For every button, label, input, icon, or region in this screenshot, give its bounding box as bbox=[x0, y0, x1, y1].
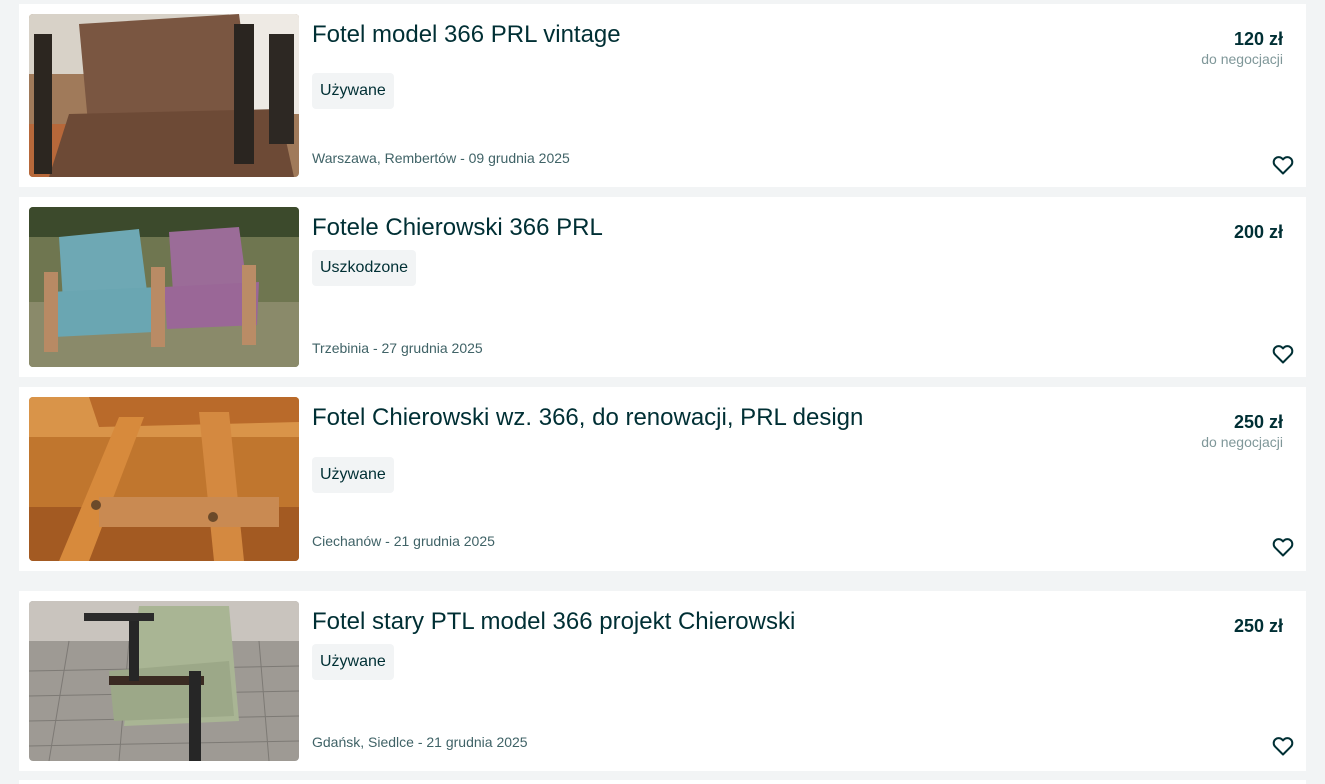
listing-title[interactable]: Fotel model 366 PRL vintage bbox=[312, 20, 621, 50]
listing-photo[interactable] bbox=[29, 601, 299, 761]
listing-title[interactable]: Fotel stary PTL model 366 projekt Chiero… bbox=[312, 607, 795, 637]
listing-title[interactable]: Fotel Chierowski wz. 366, do renowacji, … bbox=[312, 403, 863, 433]
favorite-button[interactable] bbox=[1271, 734, 1295, 758]
price: 250 zł bbox=[1233, 412, 1283, 432]
condition-badge: Używane bbox=[312, 457, 394, 493]
condition-badge: Używane bbox=[312, 644, 394, 680]
favorite-button[interactable] bbox=[1271, 342, 1295, 366]
negotiable-label: do negocjacji bbox=[1201, 51, 1283, 67]
heart-outline-icon bbox=[1272, 156, 1294, 175]
location-date: Gdańsk, Siedlce - 21 grudnia 2025 bbox=[312, 734, 528, 750]
location-date: Warszawa, Rembertów - 09 grudnia 2025 bbox=[312, 150, 570, 166]
listing-card[interactable]: Fotel stary PTL model 366 projekt Chiero… bbox=[19, 591, 1306, 771]
armchair-photo bbox=[29, 14, 299, 177]
listing-title[interactable]: Fotele Chierowski 366 PRL bbox=[312, 213, 603, 243]
location-date: Ciechanów - 21 grudnia 2025 bbox=[312, 533, 495, 549]
heart-outline-icon bbox=[1272, 737, 1294, 756]
armchair-frame-photo bbox=[29, 397, 299, 561]
listing-card[interactable]: Fotel model 366 PRL vintage Używane Wars… bbox=[19, 4, 1306, 187]
heart-outline-icon bbox=[1272, 538, 1294, 557]
favorite-button[interactable] bbox=[1271, 535, 1295, 559]
armchair-street-photo bbox=[29, 601, 299, 761]
listing-results: Fotel model 366 PRL vintage Używane Wars… bbox=[0, 0, 1325, 784]
heart-outline-icon bbox=[1272, 345, 1294, 364]
price: 120 zł bbox=[1233, 29, 1283, 49]
favorite-button[interactable] bbox=[1271, 153, 1295, 177]
listing-card[interactable]: Fotele Chierowski 366 PRL Uszkodzone Trz… bbox=[19, 197, 1306, 377]
location-date: Trzebinia - 27 grudnia 2025 bbox=[312, 340, 483, 356]
listing-card-partial bbox=[19, 780, 1306, 784]
negotiable-label: do negocjacji bbox=[1201, 434, 1283, 450]
condition-badge: Używane bbox=[312, 73, 394, 109]
listing-photo[interactable] bbox=[29, 397, 299, 561]
price: 200 zł bbox=[1233, 222, 1283, 242]
condition-badge: Uszkodzone bbox=[312, 250, 417, 286]
listing-card[interactable]: Fotel Chierowski wz. 366, do renowacji, … bbox=[19, 387, 1306, 571]
price: 250 zł bbox=[1233, 616, 1283, 636]
listing-photo[interactable] bbox=[29, 14, 299, 177]
armchairs-photo bbox=[29, 207, 299, 367]
listing-photo[interactable] bbox=[29, 207, 299, 367]
